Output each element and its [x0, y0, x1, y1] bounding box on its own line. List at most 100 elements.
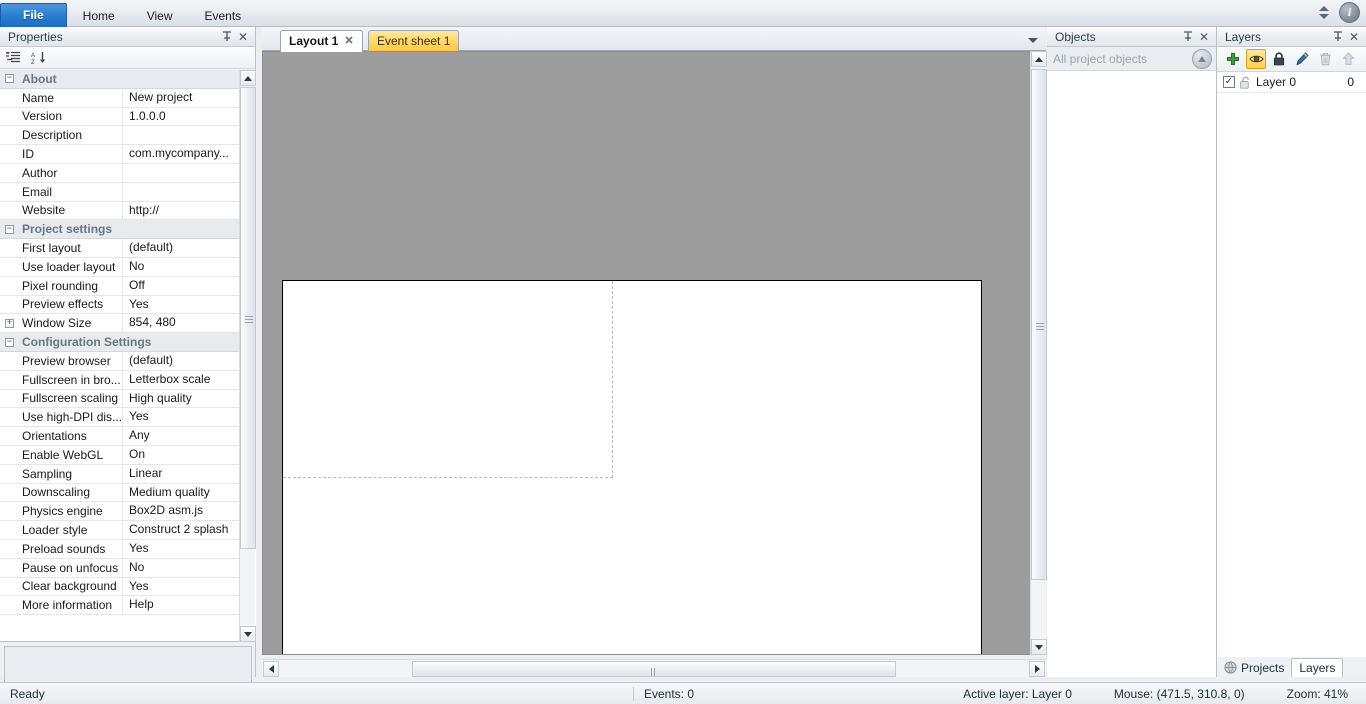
canvas-scroll-up-button[interactable]	[1031, 51, 1047, 67]
property-value-field[interactable]: Construct 2 splash	[122, 521, 240, 539]
help-info-icon[interactable]: i	[1339, 2, 1360, 23]
property-row[interactable]: Use loader layout No	[0, 257, 240, 277]
property-value-field[interactable]	[122, 182, 240, 201]
property-row[interactable]: Fullscreen scaling High quality	[0, 389, 240, 409]
ribbon-tab-events[interactable]: Events	[188, 5, 257, 27]
collapse-toggle-icon[interactable]: −	[5, 337, 14, 347]
property-row[interactable]: Enable WebGL On	[0, 445, 240, 465]
property-value-field[interactable]: Linear	[122, 464, 240, 483]
property-value-field[interactable]: Medium quality	[122, 483, 240, 502]
property-value-field[interactable]: Any	[122, 427, 240, 445]
close-icon[interactable]: ✕	[1346, 29, 1362, 45]
property-row[interactable]: Use high-DPI dis... Yes	[0, 408, 240, 428]
close-icon[interactable]: ✕	[1196, 29, 1212, 45]
objects-filter-bar[interactable]: All project objects	[1047, 47, 1216, 71]
ribbon-tab-file[interactable]: File	[0, 3, 67, 27]
property-row[interactable]: ID com.mycompany...	[0, 145, 240, 164]
property-row[interactable]: Description	[0, 126, 240, 146]
tab-projects[interactable]: Projects	[1217, 658, 1291, 677]
property-value-field[interactable]: No	[122, 257, 240, 276]
property-row[interactable]: Pause on unfocus No	[0, 558, 240, 578]
property-row[interactable]: Website http://	[0, 201, 240, 221]
canvas-scroll-down-button[interactable]	[1031, 639, 1047, 655]
pin-icon[interactable]	[1330, 29, 1346, 45]
property-value-field[interactable]: Yes	[122, 577, 240, 596]
property-value-field[interactable]	[122, 126, 240, 145]
property-value-field[interactable]	[122, 163, 240, 182]
tab-layers[interactable]: Layers	[1291, 658, 1344, 677]
property-row[interactable]: Physics engine Box2D asm.js	[0, 502, 240, 522]
property-row[interactable]: Fullscreen in bro... Letterbox scale	[0, 370, 240, 390]
pin-icon[interactable]	[1180, 29, 1196, 45]
property-value-field[interactable]: Yes	[122, 408, 240, 427]
properties-scroll-up-button[interactable]	[240, 70, 256, 86]
property-row[interactable]: First layout (default)	[0, 239, 240, 258]
layout-page-area[interactable]	[282, 280, 982, 654]
property-value-field[interactable]: (default)	[122, 239, 240, 257]
tab-event-sheet-1[interactable]: Event sheet 1	[368, 30, 460, 51]
property-row[interactable]: Orientations Any	[0, 427, 240, 446]
property-value-field[interactable]: com.mycompany...	[122, 145, 240, 163]
property-help-link[interactable]: Help	[122, 596, 240, 615]
ribbon-collapse-toggle-icon[interactable]	[1315, 3, 1333, 23]
properties-scroll-thumb[interactable]	[240, 87, 256, 549]
property-row[interactable]: Clear background Yes	[0, 577, 240, 597]
categorize-icon[interactable]	[6, 51, 21, 65]
collapse-toggle-icon[interactable]: −	[5, 74, 14, 84]
layer-list-item[interactable]: ✓ Layer 0 0	[1217, 72, 1366, 93]
property-row[interactable]: Downscaling Medium quality	[0, 483, 240, 503]
property-value-field[interactable]: On	[122, 445, 240, 464]
layers-list[interactable]: ✓ Layer 0 0	[1217, 72, 1366, 677]
add-layer-button[interactable]	[1223, 49, 1243, 69]
property-value-field[interactable]: No	[122, 558, 240, 577]
toggle-lock-button[interactable]	[1269, 49, 1289, 69]
properties-scrollbar[interactable]	[239, 70, 256, 642]
property-row[interactable]: Pixel rounding Off	[0, 276, 240, 296]
property-row[interactable]: Author	[0, 163, 240, 183]
unlocked-icon[interactable]	[1240, 76, 1251, 89]
property-row[interactable]: Preview browser (default)	[0, 351, 240, 371]
collapse-toggle-icon[interactable]: −	[5, 224, 14, 234]
properties-group-header[interactable]: − Project settings	[0, 220, 240, 240]
tab-layout-1[interactable]: Layout 1 ✕	[280, 30, 363, 52]
alphabetical-sort-icon[interactable]: A Z	[31, 51, 47, 65]
canvas-vertical-scroll-thumb[interactable]	[1031, 69, 1047, 580]
property-row[interactable]: More information Help	[0, 596, 240, 616]
property-row[interactable]: Version 1.0.0.0	[0, 107, 240, 127]
layer-visible-checkbox[interactable]: ✓	[1223, 76, 1235, 88]
property-row[interactable]: Email	[0, 182, 240, 202]
property-value-field[interactable]: 854, 480	[122, 314, 240, 333]
property-value-field[interactable]: High quality	[122, 389, 240, 408]
ribbon-tab-view[interactable]: View	[131, 5, 189, 27]
ribbon-tab-home[interactable]: Home	[67, 5, 131, 27]
property-value-field[interactable]: (default)	[122, 351, 240, 370]
canvas-scroll-left-button[interactable]	[263, 661, 279, 677]
property-value-field[interactable]: Letterbox scale	[122, 370, 240, 389]
property-value-field[interactable]: http://	[122, 201, 240, 220]
property-value-field[interactable]: 1.0.0.0	[122, 107, 240, 126]
circle-up-arrow-icon[interactable]	[1192, 48, 1212, 69]
layout-canvas[interactable]	[262, 51, 1046, 655]
property-row[interactable]: Loader style Construct 2 splash	[0, 521, 240, 540]
property-value-field[interactable]: Yes	[122, 539, 240, 558]
properties-scroll-down-button[interactable]	[240, 626, 256, 642]
property-value-field[interactable]: Off	[122, 276, 240, 295]
property-value-field[interactable]: Yes	[122, 295, 240, 314]
canvas-vertical-scrollbar[interactable]	[1030, 51, 1047, 655]
canvas-horizontal-scroll-thumb[interactable]	[412, 661, 896, 690]
canvas-scroll-right-button[interactable]	[1029, 661, 1045, 677]
property-row[interactable]: Sampling Linear	[0, 464, 240, 484]
properties-group-header[interactable]: − Configuration Settings	[0, 333, 240, 352]
close-icon[interactable]: ✕	[235, 29, 251, 45]
properties-group-header[interactable]: − About	[0, 70, 240, 89]
properties-list[interactable]: − About Name New project Version 1.0.0.0 Descr…	[0, 70, 256, 642]
property-row[interactable]: + Window Size 854, 480	[0, 314, 240, 334]
toggle-visibility-button[interactable]	[1246, 49, 1266, 69]
pin-icon[interactable]	[219, 29, 235, 45]
tab-layout-1-close-icon[interactable]: ✕	[344, 31, 353, 52]
objects-list[interactable]	[1047, 71, 1216, 677]
property-row[interactable]: Preview effects Yes	[0, 295, 240, 315]
rename-layer-button[interactable]	[1292, 49, 1312, 69]
property-value-field[interactable]: Box2D asm.js	[122, 502, 240, 521]
canvas-horizontal-scrollbar[interactable]	[262, 659, 1046, 690]
